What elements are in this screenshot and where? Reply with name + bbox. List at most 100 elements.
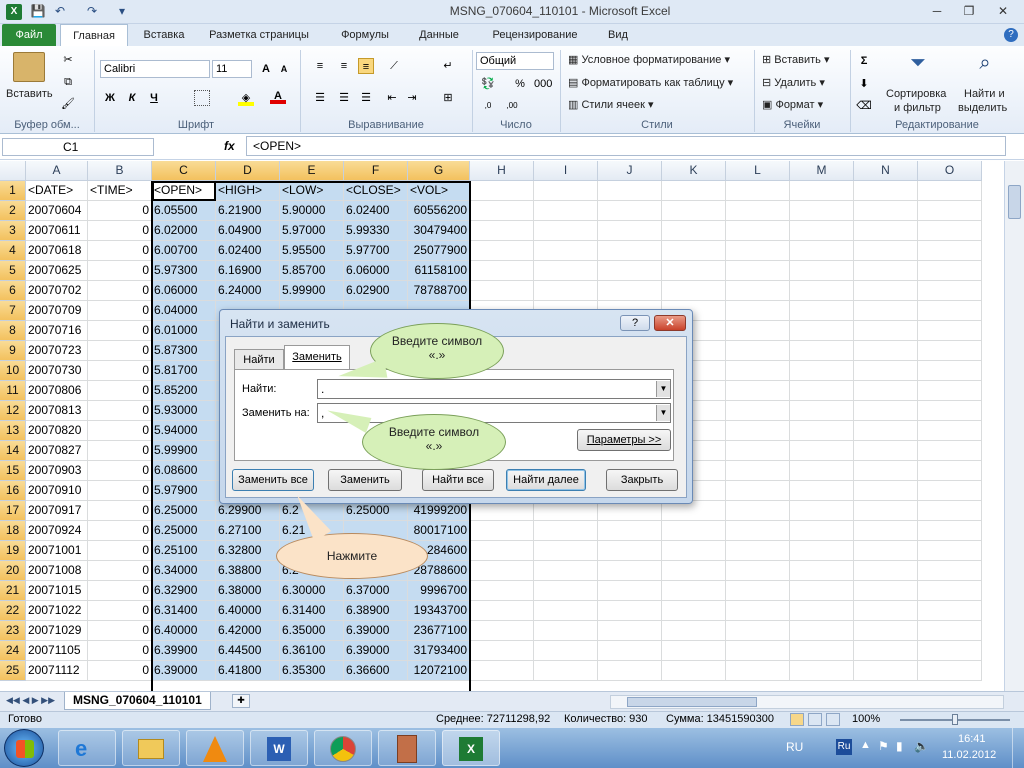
table-cell[interactable]: 0 [88,261,152,281]
table-cell[interactable]: 12072100 [408,661,470,681]
table-cell[interactable]: 5.97900 [152,481,216,501]
table-cell[interactable] [854,401,918,421]
row-header[interactable]: 8 [0,321,26,341]
table-cell[interactable] [726,381,790,401]
taskbar-excel[interactable]: X [442,730,500,766]
row-header[interactable]: 6 [0,281,26,301]
table-cell[interactable]: 6.02400 [216,241,280,261]
table-cell[interactable] [790,441,854,461]
table-cell[interactable] [918,581,982,601]
table-cell[interactable]: 20070625 [26,261,88,281]
table-cell[interactable]: 19343700 [408,601,470,621]
table-cell[interactable]: 5.87300 [152,341,216,361]
customize-quick-access-icon[interactable]: ▾ [114,3,130,19]
table-cell[interactable] [918,361,982,381]
table-cell[interactable] [854,661,918,681]
table-cell[interactable] [662,501,726,521]
table-cell[interactable]: 20070604 [26,201,88,221]
thousands-icon[interactable]: 000 [534,76,552,92]
table-cell[interactable] [854,601,918,621]
tab-find-dialog[interactable]: Найти [234,349,284,369]
table-cell[interactable]: 20071112 [26,661,88,681]
table-cell[interactable] [918,401,982,421]
table-cell[interactable] [534,261,598,281]
table-cell[interactable] [790,481,854,501]
table-cell[interactable]: 6.31400 [280,601,344,621]
network-icon[interactable]: ▮ [896,739,903,753]
table-cell[interactable] [726,521,790,541]
row-header[interactable]: 17 [0,501,26,521]
table-cell[interactable] [598,581,662,601]
table-cell[interactable] [790,461,854,481]
row-header[interactable]: 19 [0,541,26,561]
row-header[interactable]: 22 [0,601,26,621]
table-cell[interactable] [918,481,982,501]
table-cell[interactable] [726,641,790,661]
row-header[interactable]: 11 [0,381,26,401]
table-cell[interactable] [534,281,598,301]
row-header[interactable]: 15 [0,461,26,481]
replace-dropdown-icon[interactable]: ▼ [656,405,670,421]
dialog-help-button[interactable]: ? [620,315,650,331]
sheet-nav-icon[interactable]: ◀◀ ◀ ▶ ▶▶ [6,695,55,706]
table-cell[interactable] [854,301,918,321]
table-cell[interactable] [918,661,982,681]
table-cell[interactable]: 31793400 [408,641,470,661]
row-header[interactable]: 2 [0,201,26,221]
table-cell[interactable] [662,221,726,241]
start-button[interactable] [4,729,44,767]
fill-icon[interactable]: ⬇ [856,76,872,92]
table-cell[interactable] [854,501,918,521]
font-size-select[interactable]: 11 [212,60,252,78]
table-cell[interactable] [790,401,854,421]
table-cell[interactable] [534,661,598,681]
delete-cells-button[interactable]: ⊟ Удалить ▾ [762,76,825,89]
table-cell[interactable] [662,201,726,221]
name-box[interactable]: C1 [2,138,154,156]
table-cell[interactable]: 0 [88,421,152,441]
wrap-text-icon[interactable]: ↵ [440,58,456,74]
table-cell[interactable]: 20070702 [26,281,88,301]
paste-button[interactable]: Вставить [6,50,53,106]
table-cell[interactable] [918,461,982,481]
formula-input[interactable]: <OPEN> [246,136,1006,156]
row-header[interactable]: 4 [0,241,26,261]
borders-icon[interactable] [194,90,210,106]
table-cell[interactable]: 6.40000 [216,601,280,621]
table-cell[interactable] [854,421,918,441]
hscroll-thumb[interactable] [627,697,757,707]
table-cell[interactable] [470,581,534,601]
table-cell[interactable]: <DATE> [26,181,88,201]
merge-center-icon[interactable]: ⊞ [440,90,456,106]
table-cell[interactable] [854,441,918,461]
table-cell[interactable] [726,281,790,301]
table-cell[interactable] [918,541,982,561]
row-header[interactable]: 7 [0,301,26,321]
taskbar-media[interactable] [378,730,436,766]
page-break-view-icon[interactable] [826,713,840,726]
table-cell[interactable] [470,501,534,521]
fx-icon[interactable]: fx [224,139,235,153]
table-cell[interactable] [726,401,790,421]
column-header[interactable]: L [726,161,790,181]
table-cell[interactable]: 20071022 [26,601,88,621]
table-cell[interactable] [726,601,790,621]
row-header[interactable]: 16 [0,481,26,501]
undo-icon[interactable]: ↶ [52,3,68,19]
table-cell[interactable] [470,281,534,301]
table-cell[interactable] [726,481,790,501]
row-header[interactable]: 3 [0,221,26,241]
horizontal-scrollbar[interactable] [610,695,1004,709]
table-cell[interactable]: 5.99900 [280,281,344,301]
find-next-button[interactable]: Найти далее [506,469,586,491]
table-cell[interactable] [790,281,854,301]
taskbar-explorer[interactable] [122,730,180,766]
table-cell[interactable]: <CLOSE> [344,181,408,201]
table-cell[interactable]: 6.04900 [216,221,280,241]
table-cell[interactable] [470,601,534,621]
table-cell[interactable] [662,621,726,641]
taskbar-chrome[interactable] [314,730,372,766]
align-top-icon[interactable]: ≡ [312,58,328,74]
table-cell[interactable]: 0 [88,481,152,501]
table-cell[interactable] [918,381,982,401]
